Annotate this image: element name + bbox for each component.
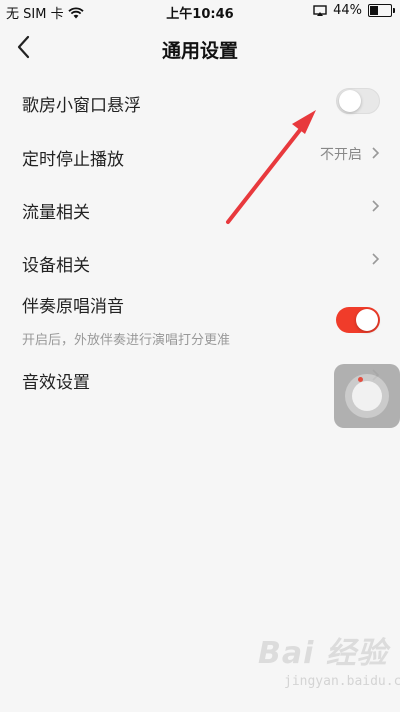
chevron-right-icon: [372, 147, 380, 159]
setting-label: 设备相关: [22, 256, 90, 276]
sleep-timer-value: 不开启: [320, 147, 362, 163]
setting-label: 流量相关: [22, 203, 90, 223]
ball-ring-inner: [352, 381, 382, 411]
screen-mirror-icon: [313, 4, 327, 16]
setting-row-karaoke-float[interactable]: 歌房小窗口悬浮: [0, 80, 400, 124]
setting-row-data-usage[interactable]: 流量相关: [0, 187, 400, 231]
setting-label: 伴奏原唱消音: [22, 297, 124, 317]
notification-dot: [358, 377, 363, 382]
status-right: 44%: [313, 3, 395, 18]
setting-description: 开启后，外放伴奏进行演唱打分更准: [22, 333, 231, 348]
watermark-logo: Bai 经验: [258, 636, 388, 671]
karaoke-float-toggle[interactable]: [336, 88, 380, 114]
toggle-knob: [356, 309, 378, 331]
setting-label: 歌房小窗口悬浮: [22, 96, 141, 116]
watermark-url: jingyan.baidu.com: [284, 674, 400, 689]
page-title: 通用设置: [161, 40, 238, 62]
floating-assistive-ball[interactable]: [334, 364, 400, 428]
battery-fill: [370, 6, 378, 15]
watermark: Bai 经验 jingyan.baidu.com: [258, 628, 400, 708]
battery-icon: [368, 4, 395, 17]
setting-row-devices[interactable]: 设备相关: [0, 240, 400, 284]
status-bar: 无 SIM 卡 上午10:46 44%: [0, 0, 400, 24]
toggle-knob: [339, 90, 361, 112]
setting-row-vocal-removal[interactable]: 伴奏原唱消音 开启后，外放伴奏进行演唱打分更准: [0, 288, 400, 354]
nav-bar: 通用设置: [0, 24, 400, 72]
setting-label: 音效设置: [22, 373, 90, 393]
chevron-right-icon: [372, 253, 380, 265]
chevron-right-icon: [372, 200, 380, 212]
vocal-removal-toggle[interactable]: [336, 307, 380, 333]
setting-label: 定时停止播放: [22, 150, 124, 170]
battery-percent: 44%: [333, 3, 362, 18]
setting-row-sleep-timer[interactable]: 定时停止播放 不开启: [0, 134, 400, 178]
